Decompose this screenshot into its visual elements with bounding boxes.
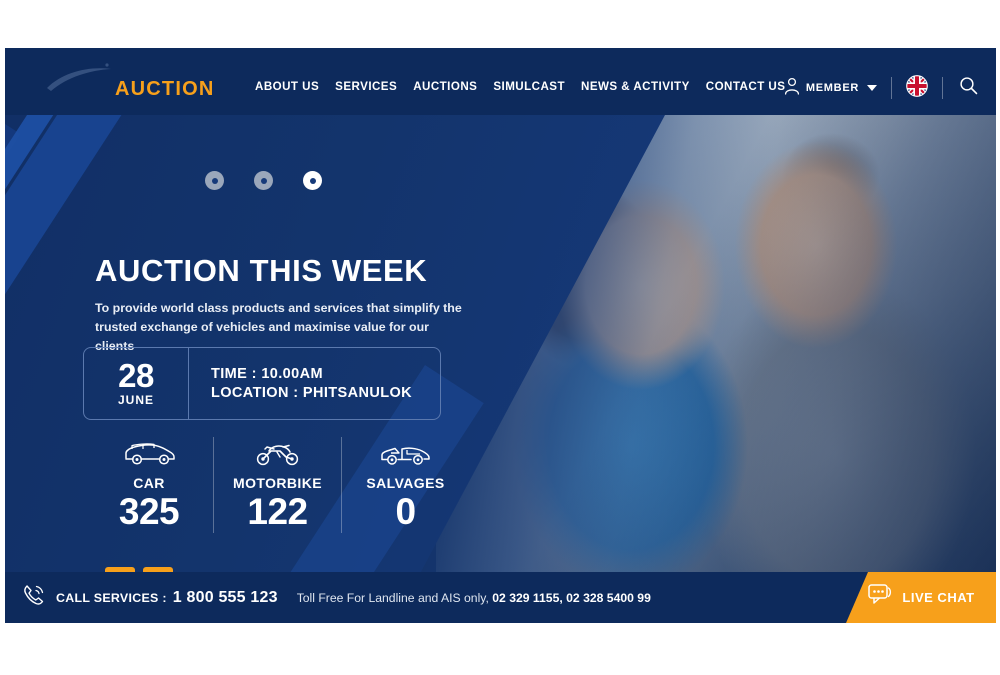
nav-item-auctions[interactable]: AUCTIONS (413, 80, 477, 93)
hero-title: AUCTION THIS WEEK (95, 253, 428, 288)
header-actions: MEMBER (784, 74, 984, 102)
stat-salvages-label: SALVAGES (366, 475, 445, 491)
swoosh-logo-icon[interactable] (45, 62, 115, 96)
toll-free-note-prefix: Toll Free For Landline and AIS only, (296, 590, 489, 605)
event-date-block: 28 JUNE (84, 348, 189, 419)
carousel-dots (205, 171, 322, 190)
hero-content: AUCTION THIS WEEK To provide world class… (5, 115, 996, 572)
carousel-dot-1[interactable] (205, 171, 224, 190)
event-location: LOCATION : PHITSANULOK (211, 385, 413, 401)
nav-item-services[interactable]: SERVICES (335, 80, 397, 93)
toll-free-note: Toll Free For Landline and AIS only, 02 … (297, 591, 651, 605)
stat-motorbike: MOTORBIKE 122 (213, 437, 341, 533)
phone-ring-icon (21, 582, 47, 613)
stat-car-value: 325 (118, 491, 180, 532)
event-day: 28 (118, 357, 154, 394)
stat-car: CAR 325 (85, 437, 213, 533)
call-services-label: CALL SERVICES : (56, 590, 167, 605)
brand-logo-text[interactable]: AUCTION (115, 78, 215, 101)
nav-item-about-us[interactable]: ABOUT US (255, 80, 319, 93)
stat-motorbike-value: 122 (247, 491, 308, 532)
uk-flag-icon (906, 74, 928, 102)
salvage-car-icon (378, 437, 434, 471)
chevron-down-icon (867, 85, 877, 91)
site-header: AUCTION ABOUT US SERVICES AUCTIONS SIMUL… (5, 48, 996, 115)
contact-footer-bar: CALL SERVICES : 1 800 555 123 Toll Free … (5, 572, 996, 623)
member-menu[interactable]: MEMBER (784, 77, 891, 100)
stat-salvages-value: 0 (395, 491, 416, 532)
stat-car-label: CAR (133, 475, 165, 491)
main-navigation: ABOUT US SERVICES AUCTIONS SIMULCAST NEW… (255, 80, 785, 93)
user-icon (784, 77, 800, 100)
search-icon (959, 76, 978, 100)
stat-salvages: SALVAGES 0 (341, 437, 469, 533)
member-label: MEMBER (805, 82, 859, 94)
hero-banner: AUCTION THIS WEEK To provide world class… (5, 115, 996, 572)
nav-item-news-activity[interactable]: NEWS & ACTIVITY (581, 80, 690, 93)
auction-event-panel: 28 JUNE TIME : 10.00AM LOCATION : PHITSA… (83, 347, 441, 420)
carousel-dot-2[interactable] (254, 171, 273, 190)
live-chat-label: LIVE CHAT (902, 590, 975, 605)
page-root: AUCTION ABOUT US SERVICES AUCTIONS SIMUL… (5, 48, 996, 623)
toll-free-note-numbers: 02 329 1155, 02 328 5400 99 (492, 590, 651, 605)
chat-bubble-icon (867, 583, 893, 612)
event-month: JUNE (117, 393, 154, 407)
nav-item-simulcast[interactable]: SIMULCAST (493, 80, 565, 93)
call-services-number[interactable]: 1 800 555 123 (173, 589, 278, 607)
auction-stats: CAR 325 MOTORBIKE 122 SALVAGES 0 (85, 437, 469, 533)
language-selector[interactable] (892, 74, 942, 102)
stat-motorbike-label: MOTORBIKE (233, 475, 322, 491)
live-chat-button[interactable]: LIVE CHAT (846, 572, 996, 623)
call-services-group: CALL SERVICES : 1 800 555 123 Toll Free … (21, 572, 651, 623)
nav-item-contact-us[interactable]: CONTACT US (706, 80, 786, 93)
car-icon (121, 437, 177, 471)
event-details-block: TIME : 10.00AM LOCATION : PHITSANULOK (189, 348, 440, 419)
motorbike-icon (253, 437, 303, 471)
carousel-dot-3[interactable] (303, 171, 322, 190)
event-time: TIME : 10.00AM (211, 366, 323, 382)
search-button[interactable] (943, 76, 984, 100)
